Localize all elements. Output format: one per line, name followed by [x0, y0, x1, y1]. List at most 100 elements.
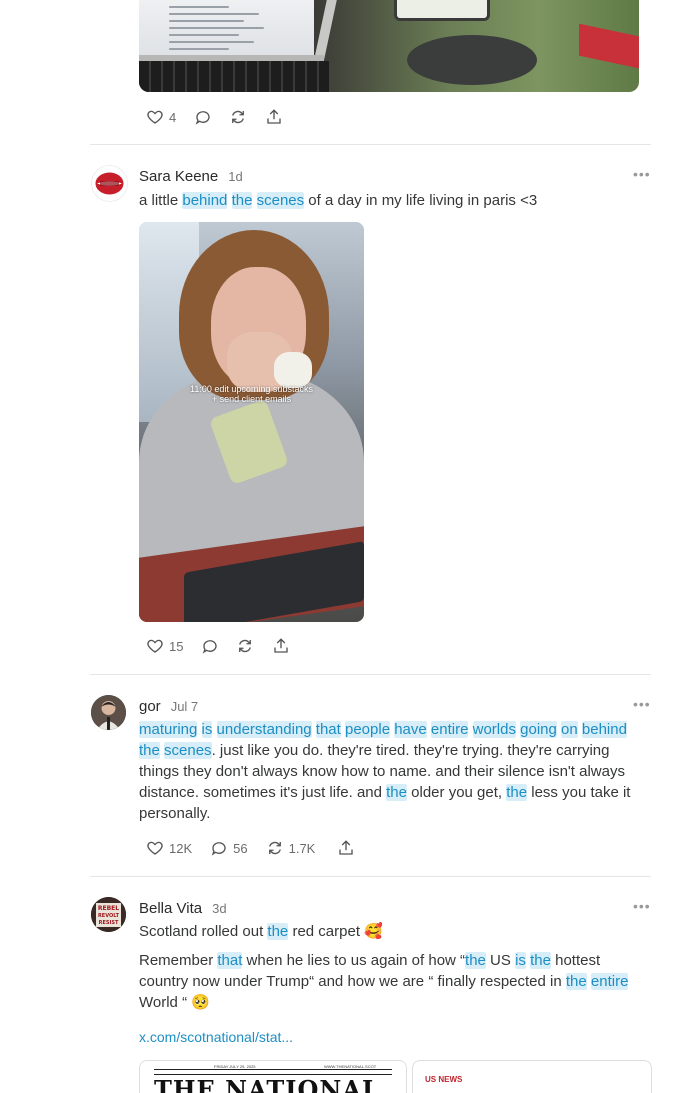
avatar[interactable] — [91, 165, 128, 202]
text-segment: Scotland rolled out — [139, 923, 268, 940]
more-icon[interactable]: ••• — [633, 167, 653, 181]
text-segment: Remember — [139, 952, 218, 969]
highlighted-word: the — [139, 742, 160, 759]
post-author: Sara Keene 1d — [139, 168, 243, 185]
highlighted-word: the — [267, 923, 289, 940]
comment-button[interactable] — [201, 637, 219, 655]
text-segment: older you get, — [407, 784, 507, 801]
restack-icon — [268, 841, 281, 855]
like-count: 4 — [169, 109, 177, 125]
like-button[interactable]: 12K — [146, 839, 192, 857]
avatar[interactable]: REBEL REVOLT RESIST — [91, 897, 126, 932]
svg-text:RESIST: RESIST — [99, 920, 119, 926]
author-name[interactable]: Sara Keene — [139, 168, 218, 185]
post-text-line: Scotland rolled out the red carpet 🥰 — [139, 921, 383, 942]
text-segment: personally. — [139, 805, 211, 822]
avatar[interactable] — [91, 695, 126, 730]
comment-icon — [211, 842, 226, 856]
person-photo-icon — [91, 695, 126, 730]
text-segment: US — [485, 952, 516, 969]
post-image-laptop[interactable] — [139, 0, 639, 92]
post-divider — [90, 674, 651, 675]
highlighted-word: worlds — [472, 721, 516, 738]
highlighted-word: maturing — [139, 721, 198, 738]
comment-button[interactable]: 56 — [210, 839, 248, 857]
highlighted-word: going — [520, 721, 557, 738]
text-segment: things they don't always know how to nam… — [139, 763, 625, 780]
share-icon — [274, 638, 289, 653]
post-divider — [90, 144, 651, 145]
post-text-line: things they don't always know how to nam… — [139, 761, 625, 782]
svg-text:REBEL: REBEL — [98, 905, 119, 912]
text-segment: less you take it — [527, 784, 631, 801]
restack-button[interactable]: 1.7K — [266, 839, 316, 857]
post-text: a little behind the scenes of a day in m… — [139, 192, 538, 209]
comment-count: 56 — [233, 840, 248, 856]
lips-logo-icon — [95, 172, 124, 195]
text-segment: when he lies to us again of how “ — [242, 952, 466, 969]
post-text-line: maturing is understanding that people ha… — [139, 719, 627, 740]
share-icon — [267, 109, 281, 124]
heart-icon — [147, 639, 163, 653]
highlighted-word: behind — [581, 721, 627, 738]
text-segment: red carpet 🥰 — [288, 923, 383, 940]
post-link[interactable]: x.com/scotnational/stat... — [139, 1029, 293, 1045]
text-segment: World “ 🥺 — [139, 994, 210, 1011]
author-name[interactable]: gor — [139, 698, 161, 715]
red-object — [579, 23, 639, 69]
highlighted-word: the — [506, 784, 528, 801]
restack-button[interactable] — [229, 108, 247, 126]
news-label: US NEWS — [425, 1075, 463, 1084]
post-text-line: the scenes. just like you do. they're ti… — [139, 740, 610, 761]
post-divider — [90, 876, 651, 877]
post-text-line: personally. — [139, 803, 210, 824]
heart-icon — [147, 110, 163, 124]
post-time[interactable]: 1d — [228, 169, 242, 184]
video-caption: 11:00 edit upcoming substacks + send cli… — [190, 384, 313, 404]
text-segment: hottest — [550, 952, 601, 969]
like-button[interactable]: 15 — [146, 637, 183, 655]
highlighted-word: is — [201, 721, 213, 738]
text-segment: . just like you do. they're tired. they'… — [211, 742, 610, 759]
highlighted-word: the — [565, 973, 587, 990]
link-card-news[interactable]: US NEWS — [412, 1060, 652, 1093]
comment-button[interactable] — [194, 108, 212, 126]
restack-button[interactable] — [236, 637, 254, 655]
highlighted-word: on — [561, 721, 578, 738]
author-name[interactable]: Bella Vita — [139, 900, 202, 917]
newspaper-title: THE NATIONAL — [154, 1075, 380, 1093]
rebel-badge-icon: REBEL REVOLT RESIST — [91, 897, 126, 932]
post-author: Bella Vita 3d — [139, 900, 227, 917]
more-icon[interactable]: ••• — [633, 697, 653, 711]
laptop-screen — [139, 0, 314, 55]
like-count: 15 — [169, 638, 184, 654]
more-icon[interactable]: ••• — [633, 899, 653, 913]
highlighted-word: is — [515, 952, 526, 969]
share-button[interactable] — [272, 637, 290, 655]
text-segment: country now under Trump“ and how we are … — [139, 973, 566, 990]
restack-count: 1.7K — [288, 840, 316, 856]
share-button[interactable] — [265, 108, 283, 126]
post-video[interactable]: 11:00 edit upcoming substacks + send cli… — [139, 222, 364, 622]
share-button[interactable] — [337, 839, 355, 857]
highlighted-word: that — [315, 721, 341, 738]
comment-icon — [195, 111, 210, 125]
highlighted-word: the — [530, 952, 551, 969]
highlighted-word: entire — [590, 973, 629, 990]
monitor — [394, 0, 490, 21]
highlighted-word: people — [345, 721, 391, 738]
post-text-line: country now under Trump“ and how we are … — [139, 971, 629, 992]
highlighted-word: scenes — [164, 742, 212, 759]
highlighted-word: the — [386, 784, 407, 801]
post-time[interactable]: 3d — [212, 901, 226, 916]
text-segment — [212, 721, 216, 738]
comment-icon — [203, 640, 218, 654]
post-text-line: World “ 🥺 — [139, 992, 210, 1013]
highlighted-word: the — [465, 952, 486, 969]
link-card-newspaper[interactable]: FRIDAY JULY 25, 2025 WWW.THENATIONAL.SCO… — [139, 1060, 407, 1093]
monitor-stand — [407, 35, 537, 85]
text-segment — [197, 721, 201, 738]
post-text-line: Remember that when he lies to us again o… — [139, 950, 600, 971]
like-button[interactable]: 4 — [146, 108, 176, 126]
post-time[interactable]: Jul 7 — [171, 699, 198, 714]
